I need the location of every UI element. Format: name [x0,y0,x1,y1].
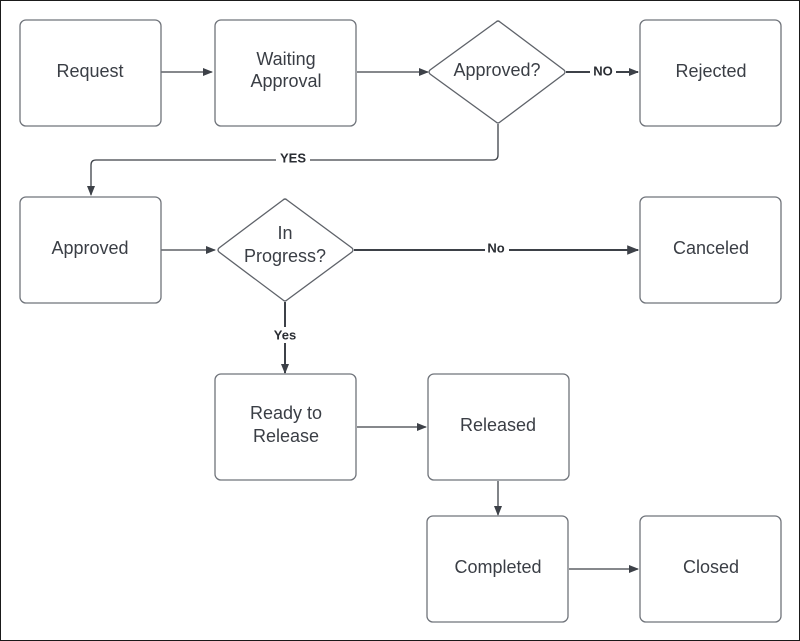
svg-text:NO: NO [593,63,613,78]
svg-text:Release: Release [253,426,319,446]
edge-label-no-rejected: NO [590,63,616,80]
edge-label-yes-ready: Yes [270,327,300,343]
svg-text:Yes: Yes [274,327,296,342]
svg-text:Completed: Completed [454,557,541,577]
node-closed[interactable]: Closed [639,515,782,623]
node-request[interactable]: Request [19,19,162,127]
flowchart: NO YES No Yes Request Waiting Approval A… [19,19,782,623]
node-canceled[interactable]: Canceled [639,196,782,304]
svg-text:Approved: Approved [51,238,128,258]
svg-text:Request: Request [56,61,123,81]
edge-label-yes-approved: YES [276,150,310,168]
node-ready-to-release[interactable]: Ready to Release [214,373,357,481]
svg-text:Waiting: Waiting [256,49,315,69]
edges [87,68,640,573]
svg-text:Ready to: Ready to [250,403,322,423]
node-approved[interactable]: Approved [19,196,162,304]
node-completed[interactable]: Completed [426,515,569,623]
node-rejected[interactable]: Rejected [639,19,782,127]
node-in-progress-decision[interactable]: In Progress? [217,198,354,302]
svg-text:Released: Released [460,415,536,435]
svg-text:Closed: Closed [683,557,739,577]
svg-text:Rejected: Rejected [675,61,746,81]
svg-text:YES: YES [280,150,306,165]
svg-text:In: In [277,223,292,243]
edge-label-no-canceled: No [485,240,509,257]
svg-text:Progress?: Progress? [244,246,326,266]
svg-text:Canceled: Canceled [673,238,749,258]
svg-text:Approval: Approval [250,71,321,91]
node-approved-decision[interactable]: Approved? [428,20,566,124]
svg-text:No: No [487,240,504,255]
node-released[interactable]: Released [427,373,570,481]
node-waiting-approval[interactable]: Waiting Approval [214,19,357,127]
svg-text:Approved?: Approved? [453,60,540,80]
